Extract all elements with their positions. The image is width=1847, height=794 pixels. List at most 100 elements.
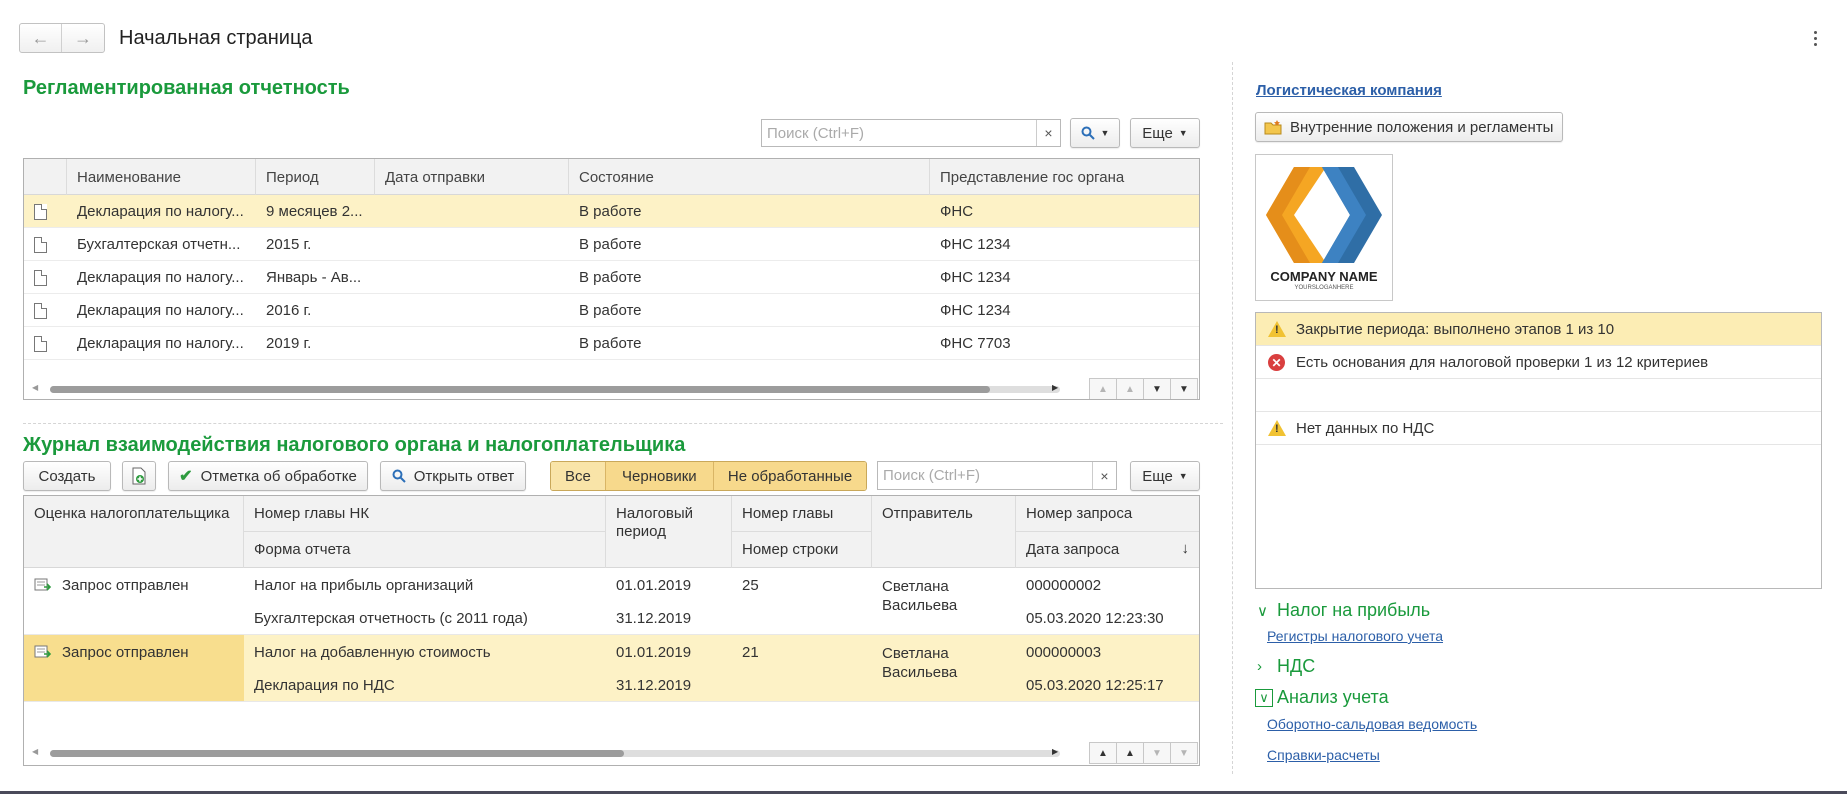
notice-item[interactable] bbox=[1256, 379, 1821, 412]
prev-row-button[interactable]: ▲ bbox=[1116, 378, 1144, 399]
report-name: Декларация по налогу... bbox=[77, 302, 244, 319]
column-header-request-no[interactable]: Номер запроса bbox=[1016, 496, 1199, 532]
notice-item[interactable]: ✕ Есть основания для налоговой проверки … bbox=[1256, 346, 1821, 379]
arrow-left-icon: ← bbox=[31, 27, 50, 48]
dropdown-arrow-icon: ▼ bbox=[1178, 471, 1188, 481]
regulations-label: Внутренние положения и регламенты bbox=[1290, 118, 1554, 136]
scroll-left-icon[interactable]: ◀ bbox=[32, 747, 38, 756]
journal-search-input[interactable] bbox=[878, 462, 1092, 489]
journal-table: Оценка налогоплательщика Номер главы НК … bbox=[23, 495, 1200, 766]
last-row-button[interactable]: ▼︎ bbox=[1170, 378, 1198, 399]
link-calculations[interactable]: Справки-расчеты bbox=[1267, 747, 1380, 763]
column-header-form[interactable]: Форма отчета bbox=[244, 532, 606, 568]
column-header-name[interactable]: Наименование bbox=[67, 159, 256, 195]
link-trial-balance[interactable]: Оборотно-сальдовая ведомость bbox=[1267, 716, 1477, 732]
page-title: Начальная страница bbox=[119, 27, 313, 49]
scrollbar-thumb[interactable] bbox=[50, 750, 624, 757]
table-row[interactable]: Запрос отправлен Налог на прибыль органи… bbox=[24, 568, 1199, 635]
column-header-sent-date[interactable]: Дата отправки bbox=[375, 159, 569, 195]
column-header-period[interactable]: Налоговый период bbox=[606, 496, 732, 568]
report-form: Декларация по НДС bbox=[254, 677, 395, 694]
chevron-down-icon: ∨ bbox=[1255, 688, 1273, 707]
link-tax-registers[interactable]: Регистры налогового учета bbox=[1267, 628, 1443, 644]
company-logo-slogan: YOURSLOGANHERE bbox=[1294, 285, 1354, 291]
request-status: Запрос отправлен bbox=[62, 644, 189, 661]
search-icon bbox=[1081, 126, 1095, 140]
regulations-button[interactable]: Внутренние положения и регламенты bbox=[1255, 112, 1563, 142]
notice-text: Есть основания для налоговой проверки 1 … bbox=[1296, 353, 1709, 371]
more-vertical-icon[interactable] bbox=[1808, 28, 1822, 48]
reports-search-field[interactable]: × bbox=[761, 119, 1061, 147]
reports-search-input[interactable] bbox=[762, 120, 1036, 146]
report-gov-org: ФНС 1234 bbox=[940, 236, 1011, 253]
reports-search-button[interactable]: ▼ bbox=[1070, 118, 1120, 148]
clear-icon[interactable]: × bbox=[1036, 120, 1060, 146]
company-logo: COMPANY NAME YOURSLOGANHERE bbox=[1255, 154, 1393, 301]
column-header-gov-org[interactable]: Представление гос органа bbox=[930, 159, 1199, 195]
reports-title[interactable]: Регламентированная отчетность bbox=[23, 77, 350, 100]
open-answer-button[interactable]: Открыть ответ bbox=[380, 461, 526, 491]
first-row-button[interactable]: ▲︎ bbox=[1089, 378, 1117, 399]
dropdown-arrow-icon: ▼ bbox=[1100, 128, 1110, 138]
document-icon bbox=[34, 270, 47, 286]
scroll-left-icon[interactable]: ◀ bbox=[32, 383, 38, 392]
filter-all[interactable]: Все bbox=[551, 462, 606, 490]
sender-name: Светлана Васильева bbox=[882, 645, 958, 681]
section-vat[interactable]: › НДС bbox=[1257, 656, 1315, 677]
notice-item[interactable]: Закрытие периода: выполнено этапов 1 из … bbox=[1256, 313, 1821, 346]
filter-drafts[interactable]: Черновики bbox=[605, 462, 714, 490]
next-row-button[interactable]: ▼ bbox=[1143, 378, 1171, 399]
reports-horizontal-scrollbar[interactable]: ◀ ▶ ▲︎ ▲ ▼ ▼︎ bbox=[24, 378, 1199, 399]
request-date: 05.03.2020 12:25:17 bbox=[1026, 677, 1164, 694]
table-row[interactable]: Декларация по налогу... 2016 г. В работе… bbox=[24, 294, 1199, 327]
filter-unprocessed[interactable]: Не обработанные bbox=[713, 462, 867, 490]
column-header-period[interactable]: Период bbox=[256, 159, 375, 195]
column-header-request-date[interactable]: Дата запроса ↓ bbox=[1016, 532, 1199, 568]
report-sent-date bbox=[375, 261, 385, 294]
mark-processed-button[interactable]: ✔ Отметка об обработке bbox=[168, 461, 368, 491]
table-row[interactable]: Декларация по налогу... 9 месяцев 2... В… bbox=[24, 195, 1199, 228]
journal-filter-toggle: Все Черновики Не обработанные bbox=[550, 461, 868, 491]
column-header-line-no[interactable]: Номер строки bbox=[732, 532, 872, 568]
chevron-down-icon: ∨ bbox=[1257, 602, 1268, 620]
column-header-sender[interactable]: Отправитель bbox=[872, 496, 1016, 568]
column-header-chapter[interactable]: Номер главы НК bbox=[244, 496, 606, 532]
report-gov-org: ФНС 1234 bbox=[940, 269, 1011, 286]
scroll-right-icon[interactable]: ▶ bbox=[1052, 747, 1058, 756]
scroll-right-icon[interactable]: ▶ bbox=[1052, 383, 1058, 392]
section-profit-tax[interactable]: ∨ Налог на прибыль bbox=[1257, 600, 1430, 621]
column-header-state[interactable]: Состояние bbox=[569, 159, 930, 195]
column-header-rating[interactable]: Оценка налогоплательщика bbox=[24, 496, 244, 568]
reports-more-button[interactable]: Еще ▼ bbox=[1130, 118, 1200, 148]
request-number: 000000002 bbox=[1026, 577, 1102, 594]
clear-icon[interactable]: × bbox=[1092, 462, 1116, 489]
section-accounting-analysis[interactable]: ∨ Анализ учета bbox=[1255, 687, 1389, 708]
prev-row-button[interactable]: ▲ bbox=[1116, 742, 1144, 764]
last-row-button[interactable]: ▼︎ bbox=[1170, 742, 1198, 764]
report-name: Декларация по налогу... bbox=[77, 335, 244, 352]
sort-descending-icon[interactable]: ↓ bbox=[1182, 540, 1190, 557]
warning-icon bbox=[1268, 321, 1286, 337]
create-button[interactable]: Создать bbox=[23, 461, 111, 491]
next-row-button[interactable]: ▼ bbox=[1143, 742, 1171, 764]
report-name: Декларация по налогу... bbox=[77, 269, 244, 286]
notice-item[interactable]: Нет данных по НДС bbox=[1256, 412, 1821, 445]
period-from: 01.01.2019 bbox=[616, 644, 692, 661]
reports-table: Наименование Период Дата отправки Состоя… bbox=[23, 158, 1200, 400]
column-header-icon[interactable] bbox=[24, 159, 67, 195]
first-row-button[interactable]: ▲︎ bbox=[1089, 742, 1117, 764]
attach-button[interactable] bbox=[122, 461, 156, 491]
scrollbar-thumb[interactable] bbox=[50, 386, 990, 393]
company-link[interactable]: Логистическая компания bbox=[1256, 82, 1442, 99]
table-row[interactable]: Бухгалтерская отчетн... 2015 г. В работе… bbox=[24, 228, 1199, 261]
report-state: В работе bbox=[579, 203, 642, 220]
forward-button[interactable]: → bbox=[62, 24, 104, 52]
journal-more-button[interactable]: Еще ▼ bbox=[1130, 461, 1200, 491]
column-header-chapter-no[interactable]: Номер главы bbox=[732, 496, 872, 532]
back-button[interactable]: ← bbox=[20, 24, 63, 52]
table-row[interactable]: Декларация по налогу... 2019 г. В работе… bbox=[24, 327, 1199, 360]
journal-horizontal-scrollbar[interactable]: ◀ ▶ ▲︎ ▲ ▼ ▼︎ bbox=[24, 742, 1199, 764]
journal-search-field[interactable]: × bbox=[877, 461, 1117, 490]
table-row[interactable]: Запрос отправлен Налог на добавленную ст… bbox=[24, 635, 1199, 702]
table-row[interactable]: Декларация по налогу... Январь - Ав... В… bbox=[24, 261, 1199, 294]
